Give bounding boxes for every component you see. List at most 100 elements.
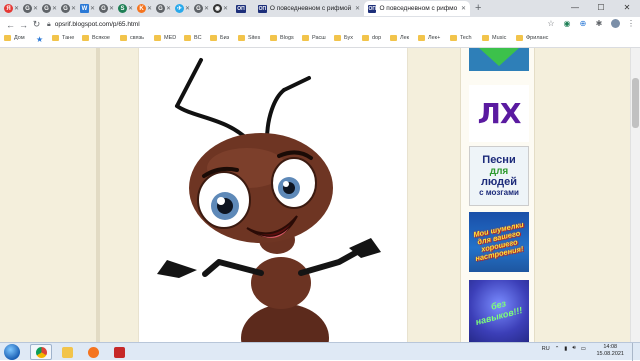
bookmark-folder[interactable]: Фриланс <box>516 35 548 41</box>
bookmark-folder[interactable]: Бух <box>334 35 353 41</box>
close-icon[interactable]: ✕ <box>185 6 190 12</box>
bookmark-folder[interactable]: dop <box>362 35 381 41</box>
bookmark-folder[interactable]: Биз <box>210 35 229 41</box>
close-icon[interactable]: ✕ <box>71 6 76 12</box>
close-icon[interactable]: ✕ <box>355 6 360 12</box>
green-app-icon: S <box>117 4 127 13</box>
bookmark-label: Расш <box>312 35 326 41</box>
tab-google[interactable]: G ✕ <box>98 2 115 15</box>
new-tab-button[interactable]: + <box>475 2 481 14</box>
tab-google[interactable]: G ✕ <box>60 2 77 15</box>
forward-button[interactable]: → <box>17 20 30 30</box>
show-desktop-button[interactable] <box>632 343 640 361</box>
close-icon[interactable]: ✕ <box>166 6 171 12</box>
sidebar-banner-top[interactable] <box>469 48 529 71</box>
bookmark-folder[interactable]: MED <box>154 35 176 41</box>
lock-icon[interactable]: 🔒︎ <box>47 21 51 29</box>
close-icon[interactable]: ✕ <box>109 6 114 12</box>
file-explorer-icon <box>61 346 73 358</box>
bookmark-star[interactable]: ★ <box>36 35 43 44</box>
scrollbar[interactable] <box>630 48 640 342</box>
taskbar-chrome[interactable] <box>30 344 52 360</box>
bookmark-folder[interactable]: Tech <box>450 35 472 41</box>
extensions-puzzle-icon[interactable]: ✱ <box>594 18 604 28</box>
bookmark-folder[interactable]: Лек <box>390 35 409 41</box>
back-button[interactable]: ← <box>4 20 17 30</box>
close-icon[interactable]: ✕ <box>223 6 228 12</box>
banner-text: Песни <box>482 154 516 166</box>
tab-blog[interactable]: ОП О повседневном с рифмой и у ✕ <box>254 1 364 16</box>
chrome-icon <box>35 346 47 358</box>
close-icon[interactable]: ✕ <box>461 6 466 12</box>
star-icon[interactable]: ☆ <box>546 18 556 28</box>
close-icon[interactable]: ✕ <box>147 6 152 12</box>
tab-word-doc[interactable]: W ✕ <box>79 2 96 15</box>
tab-google[interactable]: G ✕ <box>155 2 172 15</box>
bookmark-folder[interactable]: Дом <box>4 35 25 41</box>
bookmark-label: связь <box>130 35 144 41</box>
tab-blog-active[interactable]: ОП О повседневном с рифмой и у ✕ <box>364 1 470 16</box>
address-bar[interactable]: opsrif.blogspot.com/p/65.html <box>55 21 140 28</box>
star-icon: ★ <box>36 35 44 44</box>
extension-icon[interactable]: ◉ <box>562 18 572 28</box>
sidebar-banner-bez[interactable]: без навыков!!! <box>469 280 529 342</box>
battery-icon[interactable]: ▭ <box>581 346 586 352</box>
bookmark-folder[interactable]: Расш <box>302 35 326 41</box>
bookmark-folder[interactable]: связь <box>120 35 144 41</box>
folder-icon <box>4 35 11 41</box>
tab-blog-pinned[interactable]: ОП <box>232 1 254 16</box>
sidebar-banner-songs[interactable]: Песни для людей с мозгами <box>469 146 529 206</box>
volume-icon[interactable]: 🔊︎ <box>572 345 575 352</box>
avatar[interactable] <box>610 18 620 28</box>
language-indicator[interactable]: RU <box>542 346 550 352</box>
clock[interactable]: 14:08 15.08.2021 <box>596 344 624 358</box>
folder-icon <box>52 35 59 41</box>
tray-chevron-icon[interactable]: ⌃ <box>555 346 560 352</box>
scrollbar-thumb[interactable] <box>632 78 639 128</box>
taskbar-file-explorer[interactable] <box>56 344 78 360</box>
bookmark-folder[interactable]: Тане <box>52 35 74 41</box>
tab-google[interactable]: G ✕ <box>41 2 58 15</box>
tab-yandex[interactable]: Я ✕ <box>3 2 20 15</box>
network-icon[interactable]: ▮ <box>564 346 567 352</box>
close-icon[interactable]: ✕ <box>128 6 133 12</box>
folder-icon <box>82 35 89 41</box>
close-icon[interactable]: ✕ <box>204 6 209 12</box>
start-button[interactable] <box>4 344 20 360</box>
bookmark-folder[interactable]: BC <box>184 35 202 41</box>
tab-dark-app[interactable]: ◉ ✕ <box>212 2 229 15</box>
arrow-shape <box>479 48 519 66</box>
close-icon[interactable]: ✕ <box>52 6 57 12</box>
pdf-app-icon <box>113 346 125 358</box>
minimize-button[interactable]: — <box>562 0 588 17</box>
reload-button[interactable]: ↻ <box>30 19 43 30</box>
taskbar-avast[interactable] <box>82 344 104 360</box>
sidebar-banner-lx[interactable]: ЛХ <box>469 85 529 142</box>
toolbar-actions: ☆ ◉ ⊕ ✱ ⋮ <box>546 18 636 28</box>
taskbar-pdf-app[interactable] <box>108 344 130 360</box>
close-icon[interactable]: ✕ <box>33 6 38 12</box>
tab-orange-app[interactable]: K ✕ <box>136 2 153 15</box>
google-icon: G <box>98 4 108 13</box>
close-icon[interactable]: ✕ <box>14 6 19 12</box>
menu-icon[interactable]: ⋮ <box>626 18 636 28</box>
tab-green-app[interactable]: S ✕ <box>117 2 134 15</box>
tab-google[interactable]: G ✕ <box>22 2 39 15</box>
extension-icon[interactable]: ⊕ <box>578 18 588 28</box>
close-window-button[interactable]: ✕ <box>614 0 640 17</box>
sidebar-banner-noise[interactable]: Мои шумелки для вашего хорошего настроен… <box>469 212 529 272</box>
bookmark-folder[interactable]: Всякое <box>82 35 110 41</box>
bookmark-folder[interactable]: Лек+ <box>418 35 440 41</box>
bookmark-folder[interactable]: Music <box>482 35 506 41</box>
close-icon[interactable]: ✕ <box>90 6 95 12</box>
tab-telegram[interactable]: ✈ ✕ <box>174 2 191 15</box>
maximize-button[interactable]: ☐ <box>588 0 614 17</box>
yandex-icon: Я <box>3 4 13 13</box>
bookmark-label: Биз <box>220 35 230 41</box>
bookmark-folder[interactable]: Blogs <box>270 35 294 41</box>
bookmark-label: Blogs <box>280 35 294 41</box>
bookmark-label: Sites <box>248 35 261 41</box>
banner-text: с мозгами <box>479 187 519 197</box>
bookmark-folder[interactable]: Sites <box>238 35 260 41</box>
tab-google[interactable]: G ✕ <box>193 2 210 15</box>
